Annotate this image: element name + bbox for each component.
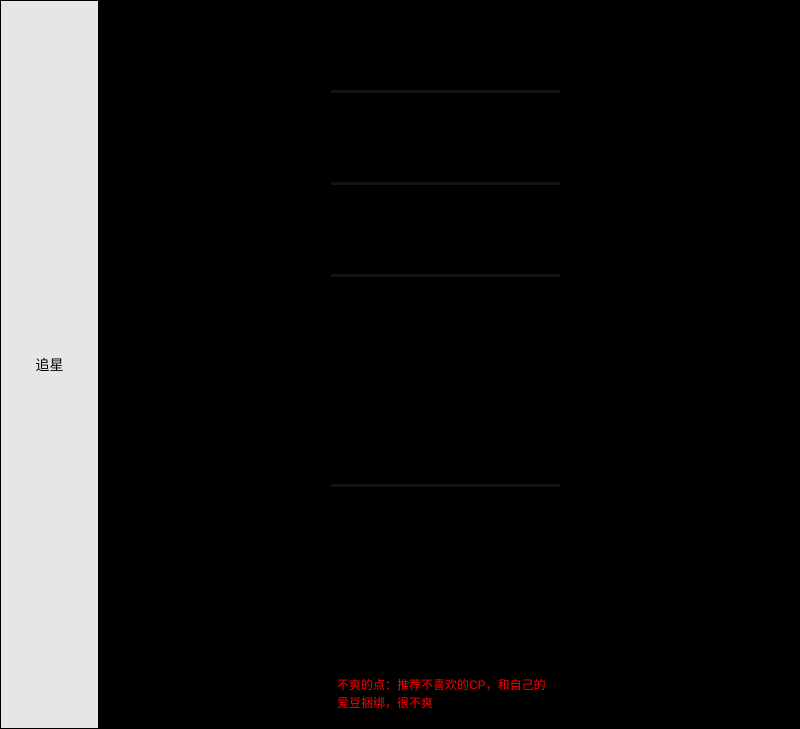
col2-row-2 — [331, 93, 560, 185]
col2-row-1: 图，影，剧等娱乐内容搜索查看相关 — [331, 1, 560, 93]
col2-row-4 — [331, 277, 560, 487]
col2-row1-text: 图，影，剧等娱乐内容搜索查看相关 — [337, 5, 554, 22]
column-1 — [101, 1, 331, 728]
col2-row-3 — [331, 185, 560, 277]
col2-row-5: 不爽的点：推荐不喜欢的CP，和自己的爱豆捆绑，很不爽 — [331, 487, 560, 728]
column-2: 图，影，剧等娱乐内容搜索查看相关 不爽的点：推荐不喜欢的CP，和自己的爱豆捆绑，… — [331, 1, 563, 728]
left-label-column: 追星 — [1, 1, 101, 728]
left-label: 追星 — [36, 355, 64, 375]
col2-row5-red-text: 不爽的点：推荐不喜欢的CP，和自己的爱豆捆绑，很不爽 — [337, 676, 554, 712]
column-3 — [563, 1, 799, 728]
table-outer: 追星 图，影，剧等娱乐内容搜索查看相关 不爽的点：推荐不喜欢的CP，和自己的爱豆… — [0, 0, 800, 729]
